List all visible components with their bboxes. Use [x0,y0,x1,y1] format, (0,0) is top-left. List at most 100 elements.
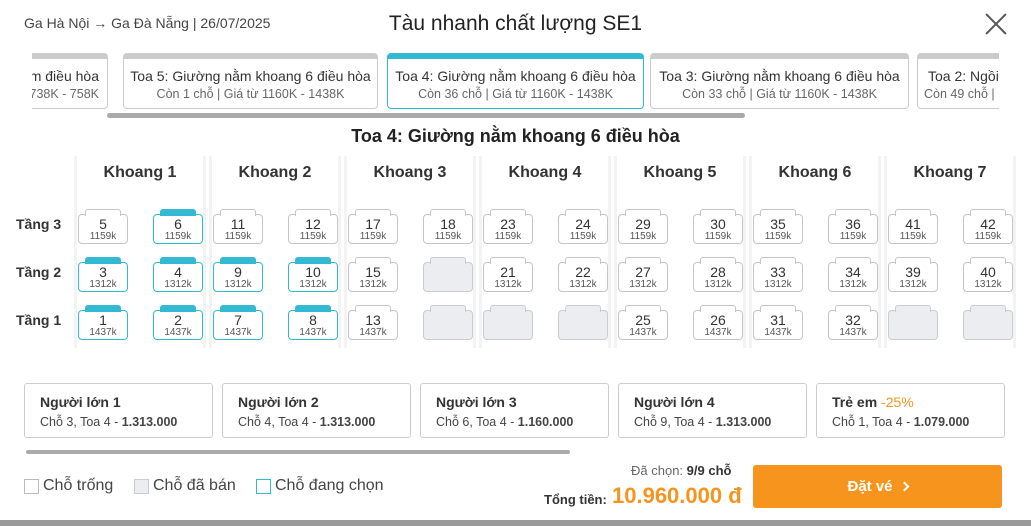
berth-40[interactable]: 40 1312k [963,257,1013,292]
berth-number: 35 [770,216,786,232]
berth-13[interactable]: 13 1437k [348,305,398,340]
berth-6[interactable]: 6 1159k [153,209,203,244]
berth-price: 1159k [629,231,657,242]
berth-24[interactable]: 24 1159k [558,209,608,244]
book-button[interactable]: Đặt vé [753,465,1002,508]
coach-tab-partial[interactable]: ...ằm điều hòa ...từ 738K - 758K [32,53,108,109]
berth-number: 24 [575,216,591,232]
berth-number: 36 [845,216,861,232]
berth-price: 1159k [974,231,1002,242]
berth-39[interactable]: 39 1312k [888,257,938,292]
berth-number: 29 [635,216,651,232]
berth-number: 30 [710,216,726,232]
berth-30[interactable]: 30 1159k [693,209,743,244]
compartment-label: Khoang 4 [508,164,582,181]
berth-23[interactable]: 23 1159k [483,209,533,244]
coach-tab-3[interactable]: Toa 3: Giường nằm khoang 6 điều hòa Còn … [650,53,909,109]
berth-sold [423,257,473,292]
route-info: Ga Hà Nội → Ga Đà Nẵng | 26/07/2025 [24,15,271,31]
berth-32[interactable]: 32 1437k [828,305,878,340]
berth-15[interactable]: 15 1312k [348,257,398,292]
coach-tab-4[interactable]: Toa 4: Giường nằm khoang 6 điều hòa Còn … [387,53,644,109]
berth-number: 28 [710,264,726,280]
berth-price: 1312k [629,279,657,290]
berth-25[interactable]: 25 1437k [618,305,668,340]
berth-number: 4 [174,264,182,280]
berth-number: 5 [99,216,107,232]
berth-10[interactable]: 10 1312k [288,257,338,292]
berth-4[interactable]: 4 1312k [153,257,203,292]
berth-sold [888,305,938,340]
compartment-label: Khoang 1 [103,164,177,181]
berth-price: 1312k [89,279,117,290]
berth-price: 1159k [839,231,867,242]
tier-label-2: Tầng 2 [16,264,62,280]
berth-18[interactable]: 18 1159k [423,209,473,244]
coach-tab-2[interactable]: Toa 2: Ngồi... Còn 49 chỗ | ... [917,53,999,109]
compartment-label: Khoang 7 [913,164,987,181]
berth-36[interactable]: 36 1159k [828,209,878,244]
legend-free: Chỗ trống [24,477,113,495]
berth-price: 1437k [629,327,657,338]
berth-price: 1312k [569,279,597,290]
berth-number: 8 [309,312,317,328]
berth-price: 1437k [89,327,117,338]
berth-26[interactable]: 26 1437k [693,305,743,340]
berth-29[interactable]: 29 1159k [618,209,668,244]
passenger-scrollbar[interactable] [26,450,570,454]
berth-17[interactable]: 17 1159k [348,209,398,244]
coach-scrollbar[interactable] [107,113,745,118]
close-icon[interactable] [984,12,1008,36]
seat-selection-modal: Ga Hà Nội → Ga Đà Nẵng | 26/07/2025 Tàu … [0,0,1031,520]
berth-7[interactable]: 7 1437k [213,305,263,340]
berth-9[interactable]: 9 1312k [213,257,263,292]
berth-31[interactable]: 31 1437k [753,305,803,340]
berth-11[interactable]: 11 1159k [213,209,263,244]
berth-41[interactable]: 41 1159k [888,209,938,244]
berth-number: 21 [500,264,516,280]
sold-seat-swatch [134,478,149,494]
coach-tab-5[interactable]: Toa 5: Giường nằm khoang 6 điều hòa Còn … [123,53,378,109]
berth-price: 1159k [299,231,327,242]
berth-price: 1159k [359,231,387,242]
tier-label-3: Tầng 3 [16,216,62,232]
total-label: Tổng tiền: [544,492,607,507]
berth-1[interactable]: 1 1437k [78,305,128,340]
compartment-label: Khoang 3 [373,164,447,181]
berth-number: 10 [305,264,321,280]
berth-2[interactable]: 2 1437k [153,305,203,340]
berth-number: 33 [770,264,786,280]
berth-5[interactable]: 5 1159k [78,209,128,244]
tier-label-1: Tầng 1 [16,312,62,328]
passenger-card-5[interactable]: Trẻ em -25% Chỗ 1, Toa 4 - 1.079.000 [816,383,1005,438]
berth-8[interactable]: 8 1437k [288,305,338,340]
berth-number: 18 [440,216,456,232]
berth-33[interactable]: 33 1312k [753,257,803,292]
berth-price: 1159k [704,231,732,242]
berth-27[interactable]: 27 1312k [618,257,668,292]
passenger-card-4[interactable]: Người lớn 4 Chỗ 9, Toa 4 - 1.313.000 [618,383,807,438]
berth-35[interactable]: 35 1159k [753,209,803,244]
berth-42[interactable]: 42 1159k [963,209,1013,244]
legend-sold: Chỗ đã bán [134,477,236,495]
berth-22[interactable]: 22 1312k [558,257,608,292]
compartment-label: Khoang 6 [778,164,852,181]
berth-price: 1312k [899,279,927,290]
berth-price: 1159k [569,231,597,242]
berth-21[interactable]: 21 1312k [483,257,533,292]
berth-price: 1437k [704,327,732,338]
berth-34[interactable]: 34 1312k [828,257,878,292]
berth-12[interactable]: 12 1159k [288,209,338,244]
berth-number: 27 [635,264,651,280]
berth-28[interactable]: 28 1312k [693,257,743,292]
berth-price: 1312k [359,279,387,290]
passenger-card-3[interactable]: Người lớn 3 Chỗ 6, Toa 4 - 1.160.000 [420,383,609,438]
chevron-right-icon [899,481,909,492]
berth-sold [963,305,1013,340]
passenger-card-2[interactable]: Người lớn 2 Chỗ 4, Toa 4 - 1.313.000 [222,383,411,438]
berth-3[interactable]: 3 1312k [78,257,128,292]
berth-number: 6 [174,216,182,232]
berth-price: 1312k [974,279,1002,290]
passenger-card-1[interactable]: Người lớn 1 Chỗ 3, Toa 4 - 1.313.000 [24,383,213,438]
berth-number: 7 [234,312,242,328]
